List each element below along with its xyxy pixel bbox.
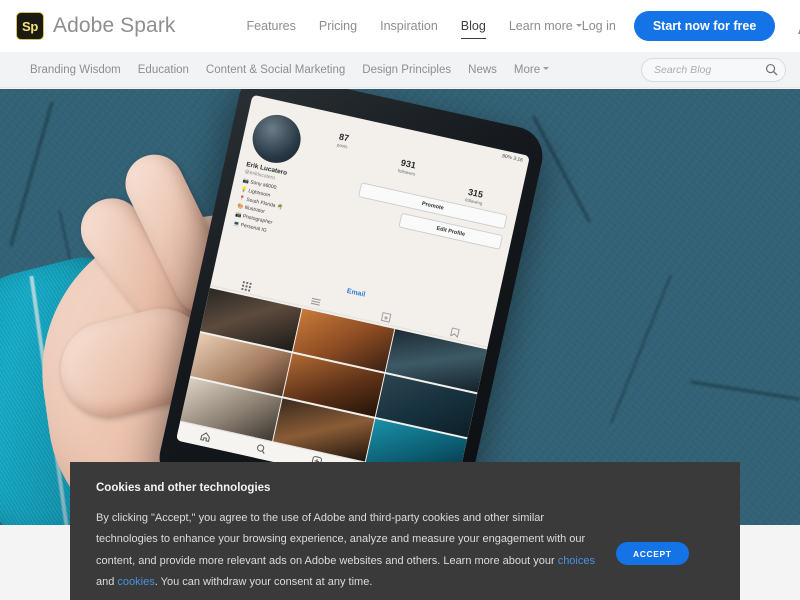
phone-status-bar: 80% 3:16	[501, 153, 524, 164]
brand-logo-link[interactable]: Sp Adobe Spark	[16, 12, 176, 40]
subnav-item-more[interactable]: More	[513, 63, 550, 76]
cookie-text-between: and	[96, 576, 118, 589]
cookie-text-part1: By clicking "Accept," you agree to the u…	[96, 512, 586, 567]
adobe-a-logo-icon	[795, 15, 800, 37]
cookie-text-part2: . You can withdraw your consent at any t…	[154, 576, 373, 589]
search-button[interactable]	[763, 62, 779, 78]
subnav-item-content-social-marketing[interactable]: Content & Social Marketing	[206, 64, 345, 76]
svg-text:☻: ☻	[382, 314, 388, 321]
subnav-item-news[interactable]: News	[468, 64, 497, 76]
subnav-links: Branding Wisdom Education Content & Soci…	[30, 63, 550, 76]
adobe-spark-logo-icon: Sp	[16, 12, 44, 40]
blog-search	[641, 57, 786, 82]
stat-followers: 931 followers	[394, 146, 421, 193]
email-button[interactable]: Email	[346, 288, 366, 299]
search-icon	[765, 63, 777, 76]
saved-bookmark-icon[interactable]	[449, 323, 461, 342]
blog-category-navigation: Branding Wisdom Education Content & Soci…	[0, 52, 800, 88]
stat-following: 315 following	[464, 162, 491, 209]
cookie-banner-title: Cookies and other technologies	[96, 482, 271, 494]
home-icon[interactable]	[199, 427, 213, 447]
profile-bio: 📷 Sony a6000 💡 Lightroom 📍 South Florida…	[232, 177, 284, 234]
accept-cookies-button[interactable]: ACCEPT	[616, 542, 689, 565]
choices-link[interactable]: choices	[558, 555, 595, 567]
photo-grid	[180, 287, 488, 483]
login-link[interactable]: Log in	[582, 19, 616, 33]
nav-item-learn-more-label: Learn more	[508, 19, 573, 33]
subnav-item-more-label: More	[513, 63, 541, 76]
header-actions: Log in Start now for free	[582, 11, 800, 41]
nav-item-features[interactable]: Features	[247, 0, 296, 52]
hero-image: 80% 3:16 87 posts 931 followers 315 foll…	[0, 89, 800, 525]
nav-item-learn-more[interactable]: Learn more	[509, 0, 582, 52]
nav-item-inspiration[interactable]: Inspiration	[380, 0, 438, 52]
brand-name: Adobe Spark	[53, 14, 176, 37]
grid-view-icon[interactable]	[240, 277, 253, 297]
profile-avatar	[247, 110, 306, 168]
cookie-banner-text: By clicking "Accept," you agree to the u…	[96, 508, 596, 594]
subnav-item-design-principles[interactable]: Design Principles	[362, 64, 451, 76]
primary-header: Sp Adobe Spark Features Pricing Inspirat…	[0, 0, 800, 52]
phone-screen: 80% 3:16 87 posts 931 followers 315 foll…	[176, 94, 530, 502]
cookie-consent-banner: Cookies and other technologies By clicki…	[70, 462, 740, 600]
stat-posts-label: posts	[336, 142, 349, 150]
page-root: Sp Adobe Spark Features Pricing Inspirat…	[0, 0, 800, 600]
tagged-photos-icon[interactable]: ☻	[379, 307, 392, 327]
search-icon[interactable]	[254, 440, 268, 460]
start-now-for-free-button[interactable]: Start now for free	[633, 11, 776, 41]
chevron-down-icon	[543, 66, 550, 70]
list-view-icon[interactable]	[310, 292, 323, 312]
nav-item-pricing[interactable]: Pricing	[319, 0, 357, 52]
cookie-banner-body: By clicking "Accept," you agree to the u…	[96, 508, 714, 594]
main-navigation: Features Pricing Inspiration Blog Learn …	[247, 0, 582, 52]
chevron-down-icon	[575, 24, 582, 28]
subnav-item-branding-wisdom[interactable]: Branding Wisdom	[30, 64, 121, 76]
nav-item-blog[interactable]: Blog	[460, 0, 486, 52]
stat-posts: 87 posts	[330, 132, 350, 177]
subnav-item-education[interactable]: Education	[138, 64, 189, 76]
cookies-link[interactable]: cookies	[117, 576, 154, 588]
